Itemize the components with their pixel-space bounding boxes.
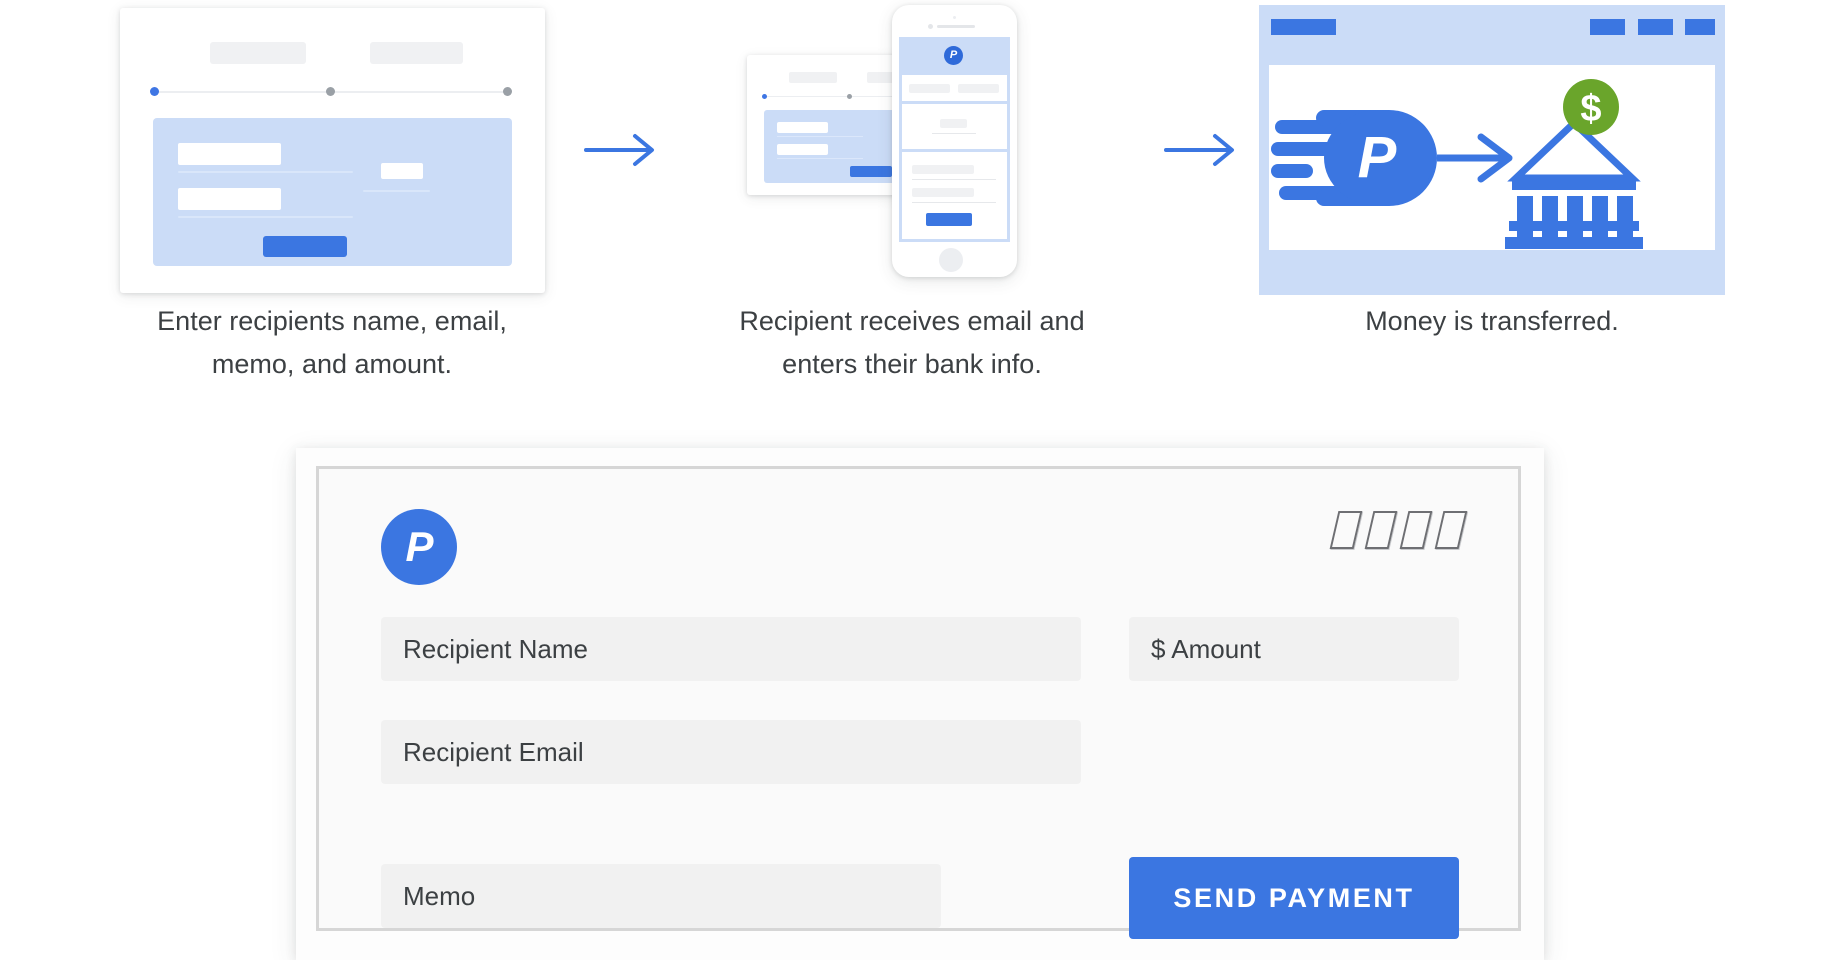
panel-field-2 <box>177 187 281 210</box>
step-caption: Money is transferred. <box>1365 306 1619 336</box>
panel-field-1 <box>177 142 281 165</box>
bank-window-logo-bar <box>1271 19 1336 35</box>
step-money-transferred: P $ Money is transferred. <box>1257 0 1727 343</box>
speed-bars-icon <box>1329 511 1468 549</box>
phone-speaker-icon <box>937 25 975 28</box>
step2-stage: P <box>747 5 1077 295</box>
recipient-name-input[interactable]: Recipient Name <box>381 617 1081 681</box>
panel-field-3 <box>380 162 423 179</box>
phone-screen: P <box>899 37 1010 242</box>
bank-window-canvas: P $ <box>1269 65 1715 250</box>
memo-input[interactable]: Memo <box>381 864 941 928</box>
speed-bar-2 <box>1364 511 1398 549</box>
panel-submit-button <box>262 235 347 257</box>
tab-placeholder-1 <box>209 41 306 64</box>
phone-camera-icon <box>928 24 933 29</box>
phone-front-sensor-icon <box>953 16 956 19</box>
recipient-email-placeholder: Recipient Email <box>403 736 584 767</box>
amount-placeholder: $ Amount <box>1151 633 1261 664</box>
mini-tab-1 <box>789 72 837 83</box>
mini-rule-2 <box>777 158 863 159</box>
phone-logo-letter: P <box>949 49 958 61</box>
tab-placeholder-2 <box>369 41 463 64</box>
recipient-email-input[interactable]: Recipient Email <box>381 720 1081 784</box>
panel-rule-1 <box>177 170 353 173</box>
mini-rule-1 <box>777 136 863 137</box>
bank-window-nav-1 <box>1590 19 1625 35</box>
phone-submit-button <box>926 213 972 226</box>
phone-brand-logo: P <box>944 46 963 65</box>
desktop-card-mock <box>119 7 545 293</box>
payment-form-fields: Recipient Name $ Amount Recipient Email … <box>381 617 1461 939</box>
phone-line-1 <box>932 133 976 134</box>
desktop-card-panel <box>152 117 512 266</box>
phone-home-button-icon <box>939 248 963 272</box>
phone-bar-2 <box>958 84 999 93</box>
svg-text:P: P <box>1358 125 1397 190</box>
phone-mock: P <box>892 5 1017 277</box>
progress-dot-3 <box>502 86 512 96</box>
bank-window-nav-3 <box>1685 19 1715 35</box>
phone-bar-3 <box>940 119 967 128</box>
mini-submit-button <box>850 166 892 177</box>
mini-progress-dot-2 <box>847 94 852 99</box>
payment-form-inner-card: P Recipient Name $ Amount Recipient Emai… <box>316 466 1521 939</box>
steps-row: Enter recipients name, email, memo, and … <box>0 0 1824 420</box>
brand-logo-icon: P <box>381 509 457 585</box>
phone-line-2 <box>912 179 996 180</box>
speed-bar-3 <box>1399 511 1433 549</box>
panel-rule-2 <box>177 215 353 218</box>
memo-placeholder: Memo <box>403 880 476 911</box>
desktop-form-illustration <box>97 0 567 300</box>
step-enter-details: Enter recipients name, email, memo, and … <box>97 0 567 386</box>
desktop-card-tabs <box>120 8 545 68</box>
bank-window-nav-2 <box>1638 19 1673 35</box>
speed-bar-1 <box>1329 511 1363 549</box>
step-caption: Enter recipients name, email, memo, and … <box>157 306 507 379</box>
bank-transfer-illustration: P $ <box>1257 0 1727 300</box>
arrow-right-icon-2 <box>1147 0 1257 300</box>
svg-text:$: $ <box>1580 88 1601 130</box>
mini-field-2 <box>777 144 828 155</box>
phone-and-card-illustration: P <box>677 0 1147 300</box>
phone-line-3 <box>912 202 996 203</box>
progress-dot-2 <box>325 86 335 96</box>
phone-bar-5 <box>912 188 974 197</box>
fast-transfer-graphic: P $ <box>1271 79 1643 249</box>
step-recipient-email: P Recipient receives email and enters th… <box>677 0 1147 386</box>
send-payment-button[interactable]: SEND PAYMENT <box>1129 857 1459 939</box>
phone-bar-4 <box>912 165 974 174</box>
panel-rule-3 <box>362 189 430 192</box>
mini-field-1 <box>777 122 828 133</box>
bank-window-mock: P $ <box>1259 5 1725 295</box>
brand-logo-letter: P <box>405 523 433 570</box>
arrow-right-icon-1 <box>567 0 677 300</box>
step-caption: Recipient receives email and enters thei… <box>739 306 1085 379</box>
mini-progress-dot-active <box>762 94 767 99</box>
progress-dot-active <box>149 86 159 96</box>
phone-bar-1 <box>909 84 950 93</box>
recipient-name-placeholder: Recipient Name <box>403 633 588 664</box>
amount-input[interactable]: $ Amount <box>1129 617 1459 681</box>
payment-form-section: P Recipient Name $ Amount Recipient Emai… <box>296 448 1544 960</box>
payment-form-outer-card: P Recipient Name $ Amount Recipient Emai… <box>296 448 1544 960</box>
speed-bar-4 <box>1434 511 1468 549</box>
